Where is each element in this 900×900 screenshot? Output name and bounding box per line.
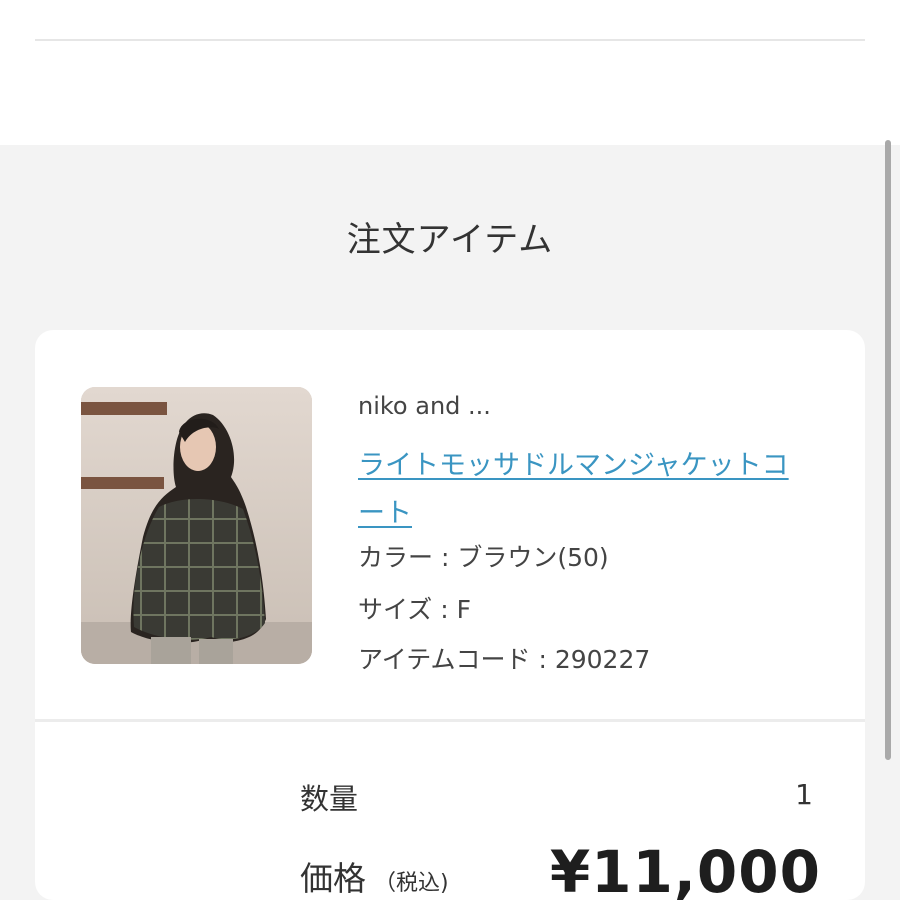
quantity-label: 数量 [300, 782, 359, 816]
quantity-value: 1 [795, 778, 813, 811]
section-title: 注文アイテム [346, 220, 554, 260]
price-label-group: 価格 （税込) [300, 852, 449, 900]
price-tax-note: （税込) [374, 871, 449, 896]
scrollbar[interactable] [885, 140, 891, 760]
product-color: カラー : ブラウン(50) [358, 543, 609, 572]
price-value: ¥11,000 [549, 838, 821, 900]
product-image-graphic [81, 387, 312, 664]
order-item-card: niko and ... ライトモッサドルマンジャケットコート カラー : ブラ… [35, 330, 865, 900]
card-divider [35, 719, 865, 722]
top-divider [35, 39, 865, 41]
brand-name: niko and ... [358, 392, 491, 420]
product-code: アイテムコード : 290227 [358, 645, 651, 674]
order-items-page: 注文アイテム niko and ... ライトモッサドルマンジャケットコート カ… [0, 0, 900, 900]
product-size: サイズ : F [358, 595, 471, 624]
product-image[interactable] [81, 387, 312, 664]
product-name-link[interactable]: ライトモッサドルマンジャケットコート [358, 442, 808, 538]
top-area [0, 0, 900, 145]
price-label: 価格 [300, 859, 366, 898]
